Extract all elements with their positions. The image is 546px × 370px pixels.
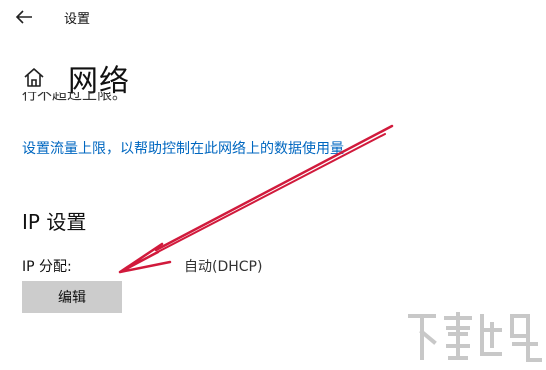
back-arrow-icon[interactable] xyxy=(14,8,34,26)
set-data-limit-link[interactable]: 设置流量上限，以帮助控制在此网络上的数据使用量 xyxy=(22,138,344,158)
edit-button[interactable]: 编辑 xyxy=(22,281,122,313)
title-bar: 设置 xyxy=(0,0,546,34)
watermark-logo xyxy=(408,312,542,362)
window-title: 设置 xyxy=(64,12,91,27)
ip-settings-heading: IP 设置 xyxy=(22,210,87,234)
home-icon xyxy=(24,68,44,87)
partial-text: 行不超过上限。 xyxy=(22,92,128,103)
ip-assignment-label: IP 分配: xyxy=(22,259,72,275)
partial-text-line: 行不超过上限。 xyxy=(22,92,442,104)
ip-assignment-value: 自动(DHCP) xyxy=(184,259,263,275)
